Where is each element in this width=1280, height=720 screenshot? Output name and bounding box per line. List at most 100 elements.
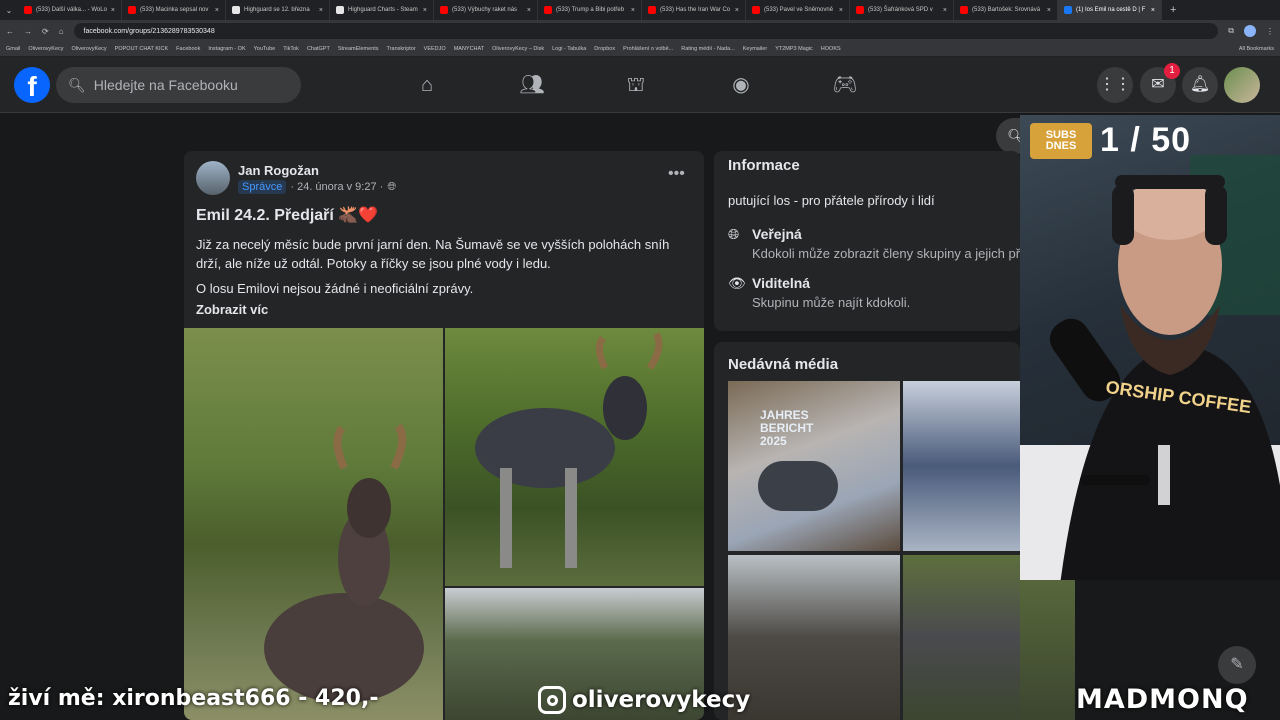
browser-tab[interactable]: (533) Macinka sepsal nov ×: [122, 0, 226, 20]
browser-tab[interactable]: (533) Bartošek: Srovnává ×: [954, 0, 1058, 20]
media-thumb[interactable]: JAHRES BERICHT 2025: [728, 381, 900, 551]
tab-title: (533) Macinka sepsal nov: [140, 7, 209, 13]
author-avatar[interactable]: [196, 161, 230, 195]
menu-grid-icon[interactable]: ⋮⋮: [1097, 67, 1133, 103]
search-placeholder: Hledejte na Facebooku: [93, 77, 238, 93]
post-title: Emil 24.2. Předjaří 🫎❤️: [196, 207, 379, 224]
media-thumb[interactable]: [903, 555, 1020, 720]
instagram-handle: oliverovykecy: [538, 686, 750, 714]
nav-marketplace-icon[interactable]: ⛫: [622, 71, 650, 99]
nav-home-icon[interactable]: ⌂: [413, 71, 441, 99]
close-tab-icon[interactable]: ×: [111, 7, 115, 14]
bookmark-item[interactable]: Instagram - OK: [208, 46, 245, 52]
notifications-icon[interactable]: 🔔︎: [1182, 67, 1218, 103]
youtube-favicon-icon: [440, 6, 448, 14]
facebook-search-input[interactable]: 🔍︎ Hledejte na Facebooku: [56, 67, 301, 103]
media-thumb[interactable]: [903, 381, 1020, 551]
media-thumb[interactable]: [728, 555, 900, 720]
close-tab-icon[interactable]: ×: [527, 7, 531, 14]
bookmark-item[interactable]: OliverovyKecy: [28, 46, 63, 52]
home-icon[interactable]: ⌂: [59, 27, 64, 36]
close-tab-icon[interactable]: ×: [1047, 7, 1051, 14]
back-icon[interactable]: ←: [6, 27, 14, 36]
menu-icon[interactable]: ⋮: [1266, 27, 1274, 36]
calendar-text: JAHRES BERICHT 2025: [760, 408, 814, 448]
facebook-header: f 🔍︎ Hledejte na Facebooku ⌂ 👥︎ ⛫ ◉ 🎮︎ ⋮…: [0, 57, 1280, 113]
eye-icon: 👁︎: [728, 275, 746, 291]
bookmark-item[interactable]: Transkriptor: [387, 46, 416, 52]
bookmark-item[interactable]: TikTok: [283, 46, 299, 52]
bookmarks-bar: Gmail OliverovyKecy OliverovyKecy POPOUT CH…: [0, 42, 1280, 57]
media-heading: Nedávná média: [728, 356, 839, 373]
bookmark-item[interactable]: POPOUT CHAT KICK: [115, 46, 168, 52]
post-photo[interactable]: [445, 328, 704, 586]
bookmark-item[interactable]: Logi - Tabulka: [552, 46, 586, 52]
reload-icon[interactable]: ⟳: [42, 27, 49, 36]
youtube-favicon-icon: [336, 6, 344, 14]
bookmark-item[interactable]: StreamElements: [338, 46, 379, 52]
nav-gaming-icon[interactable]: 🎮︎: [831, 71, 859, 99]
browser-tab[interactable]: (533) Pavel ve Sněmovně ×: [746, 0, 850, 20]
close-tab-icon[interactable]: ×: [319, 7, 323, 14]
bookmark-item[interactable]: Rating médií - Nada...: [681, 46, 735, 52]
bookmark-item[interactable]: HOOKS: [821, 46, 841, 52]
bookmark-item[interactable]: VEEDJO: [424, 46, 446, 52]
close-tab-icon[interactable]: ×: [735, 7, 739, 14]
all-bookmarks-button[interactable]: All Bookmarks: [1239, 46, 1274, 52]
tab-list-icon[interactable]: ⌄: [0, 6, 18, 15]
sponsor-logo: MADMONQ: [1076, 684, 1249, 715]
forward-icon[interactable]: →: [24, 27, 32, 36]
bookmark-item[interactable]: OliverovyKecy: [72, 46, 107, 52]
bookmark-item[interactable]: MANYCHAT: [454, 46, 484, 52]
post-date[interactable]: · 24. února v 9:27 ·: [290, 181, 383, 193]
messenger-icon[interactable]: ✉ 1: [1140, 63, 1180, 103]
bookmark-item[interactable]: Facebook: [176, 46, 200, 52]
nav-groups-icon[interactable]: ◉: [727, 71, 755, 99]
youtube-favicon-icon: [544, 6, 552, 14]
browser-tab[interactable]: (1) Ios Emil na cestě D | F ×: [1058, 0, 1162, 20]
close-tab-icon[interactable]: ×: [839, 7, 843, 14]
url-text: facebook.com/groups/2136289783530348: [83, 27, 215, 35]
see-more-link[interactable]: Zobrazit víc: [196, 302, 268, 317]
youtube-favicon-icon: [648, 6, 656, 14]
browser-tab[interactable]: (533) Výbuchy raket nás ×: [434, 0, 538, 20]
new-tab-icon[interactable]: +: [1170, 4, 1176, 16]
profile-icon[interactable]: [1244, 25, 1256, 37]
close-tab-icon[interactable]: ×: [631, 7, 635, 14]
post-author[interactable]: Jan Rogožan: [238, 163, 319, 178]
donation-ticker: živí mě: xironbeast666 - 420,-: [8, 686, 379, 711]
close-tab-icon[interactable]: ×: [943, 7, 947, 14]
browser-tab[interactable]: (533) Šafránková SPD v ×: [850, 0, 954, 20]
bookmark-item[interactable]: ChatGPT: [307, 46, 330, 52]
browser-tab[interactable]: Highguard se 12. března ×: [226, 0, 330, 20]
extensions-icon[interactable]: ⧉: [1228, 26, 1234, 36]
nav-friends-icon[interactable]: 👥︎: [518, 71, 546, 99]
tab-title: (533) Has the Iran War Co: [660, 7, 731, 13]
youtube-favicon-icon: [128, 6, 136, 14]
browser-tab[interactable]: (533) Trump a Bibi potřeb ×: [538, 0, 642, 20]
moose-image: [264, 423, 424, 703]
close-tab-icon[interactable]: ×: [215, 7, 219, 14]
bookmark-item[interactable]: OliverovyKecy – Disk: [492, 46, 544, 52]
url-field[interactable]: facebook.com/groups/2136289783530348: [73, 23, 1219, 39]
streamer-image: [1020, 155, 1280, 580]
facebook-logo-icon[interactable]: f: [14, 67, 50, 103]
compose-icon[interactable]: ✎: [1218, 646, 1256, 684]
tab-title: (533) Bartošek: Srovnává: [972, 7, 1041, 13]
post-photo[interactable]: [184, 328, 443, 720]
bookmark-item[interactable]: YT2MP3 Magic: [775, 46, 813, 52]
close-tab-icon[interactable]: ×: [1151, 7, 1155, 14]
post-options-icon[interactable]: •••: [668, 165, 685, 183]
browser-tab[interactable]: (533) Další válka... - WoLo ×: [18, 0, 122, 20]
bookmark-item[interactable]: YouTube: [254, 46, 276, 52]
profile-avatar[interactable]: [1224, 67, 1260, 103]
messenger-badge: 1: [1164, 63, 1180, 79]
bookmark-item[interactable]: Dropbox: [594, 46, 615, 52]
bookmark-item[interactable]: Gmail: [6, 46, 20, 52]
bookmark-item[interactable]: Prohlášení o volbě...: [623, 46, 673, 52]
bookmark-item[interactable]: Keymailer: [743, 46, 767, 52]
visibility-title: Viditelná: [752, 275, 811, 291]
browser-tab[interactable]: (533) Has the Iran War Co ×: [642, 0, 746, 20]
close-tab-icon[interactable]: ×: [423, 7, 427, 14]
browser-tab[interactable]: Highguard Charts - Steam ×: [330, 0, 434, 20]
